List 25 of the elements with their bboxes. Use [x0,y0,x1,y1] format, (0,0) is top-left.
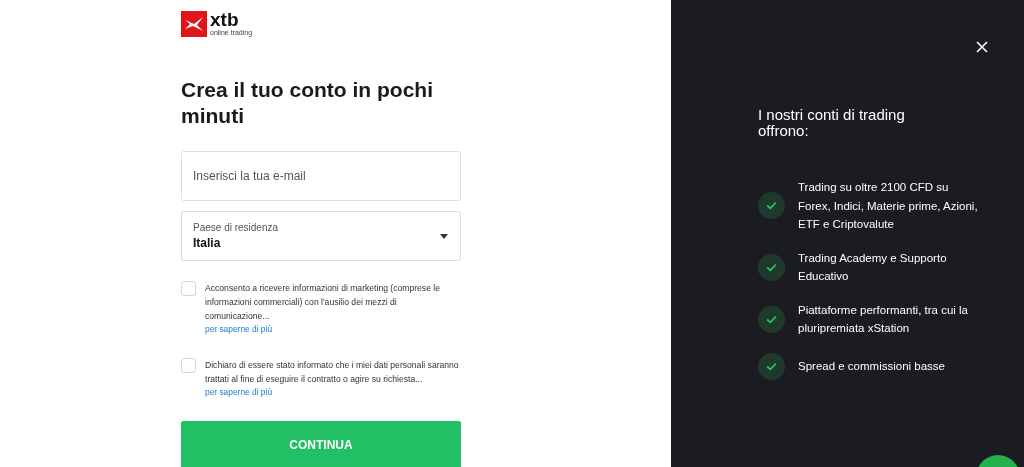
check-icon [758,305,785,333]
check-icon [758,352,785,380]
checkbox[interactable] [181,281,196,296]
logo-name: xtb [210,11,240,29]
caret-icon [440,233,448,239]
feature-text: Trading su oltre 2100 CFD su Forex, Indici, Materie prime, Azioni, ETF e Criptovalute [798,180,978,232]
feature-text: Piattaforme performanti, tra cui la pluripremiata xStation [798,302,969,336]
more-link[interactable]: per saperne di più [205,386,461,399]
feature-text: Spread e commissioni basse [798,358,946,374]
logo-icon [181,11,207,37]
continue-button[interactable]: CONTINUA [181,421,461,467]
country-select[interactable]: Paese di residenza Italia [181,211,461,261]
consent-text: Dichiaro di essere stato informato che i miei dati personali saranno trattati al fine di eseguire il contratto o agire su richiesta... [205,359,460,386]
consent-text: Acconsento a ricevere informazioni di marketing (comprese le informazioni commerciali) con l'ausilio dei mezzi di comunicazione... [205,282,441,323]
feature-text: Trading Academy e Supporto Educativo [798,250,948,284]
panel-title: I nostri conti di trading offrono: [758,107,906,139]
email-field[interactable]: Inserisci la tua e-mail [181,151,461,201]
field-label: Paese di residenza [193,222,280,233]
checkbox[interactable] [181,358,196,373]
check-icon [758,253,785,281]
close-icon[interactable] [976,41,988,53]
check-icon [758,192,785,220]
more-link[interactable]: per saperne di più [205,323,461,336]
field-value: Italia [193,236,222,250]
page-heading: Crea il tuo conto in pochi minuti [181,77,434,129]
